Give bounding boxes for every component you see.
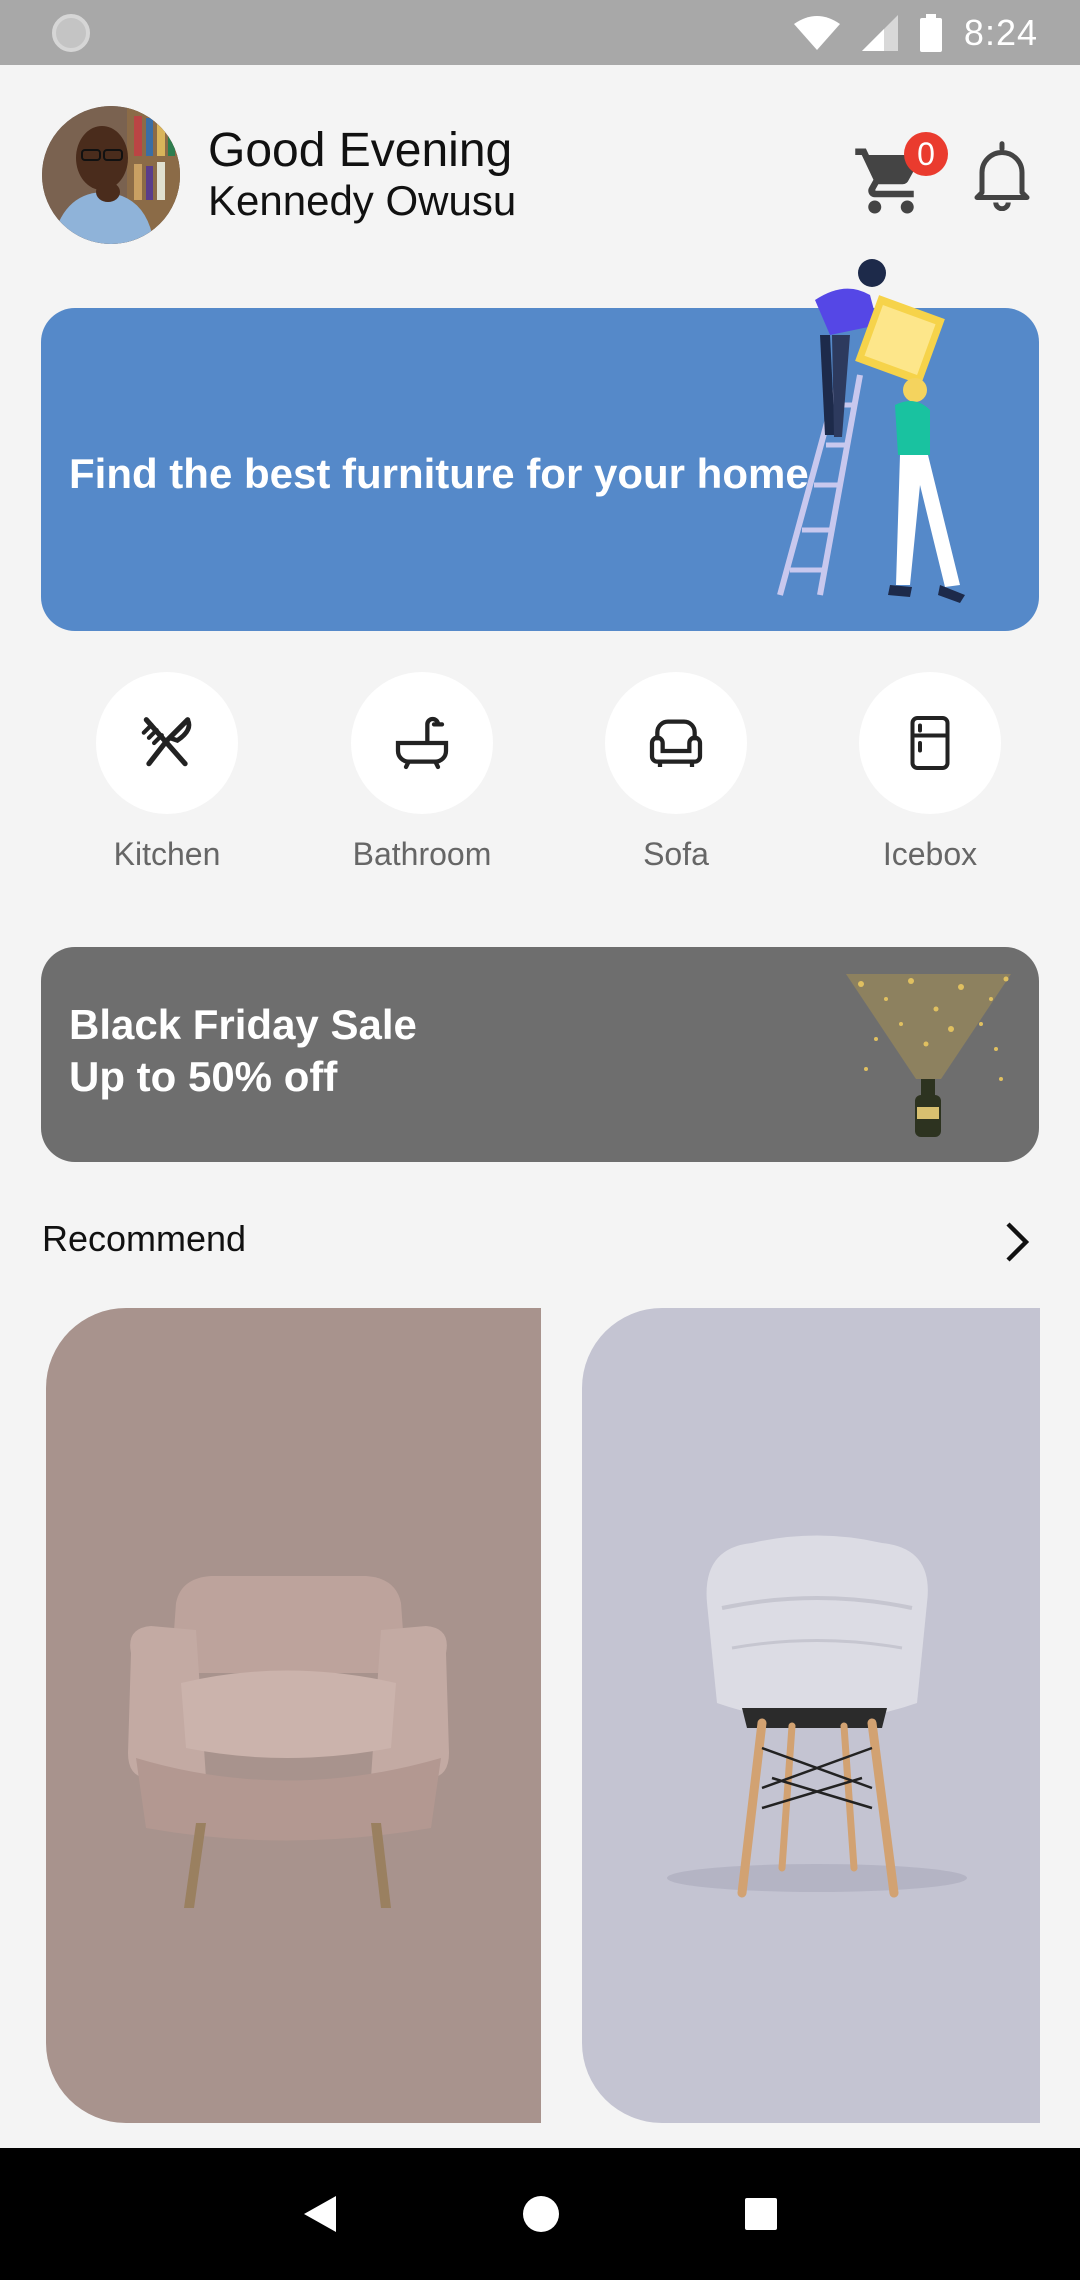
home-screen: 8:24 Good Evening Kennedy Owusu 0 Find t… (0, 0, 1080, 2280)
user-name: Kennedy Owusu (208, 177, 517, 224)
fridge-icon (910, 716, 950, 770)
category-circle (859, 672, 1001, 814)
category-label: Kitchen (113, 836, 221, 872)
avatar[interactable] (42, 106, 180, 244)
status-time: 8:24 (963, 11, 1038, 53)
cart-badge: 0 (904, 132, 948, 176)
champagne-icon (846, 974, 1011, 1137)
header-actions: 0 (852, 130, 1042, 220)
category-circle (351, 672, 493, 814)
sale-subtitle: Up to 50% off (69, 1053, 338, 1100)
category-sofa[interactable]: Sofa (576, 672, 776, 873)
cart-button[interactable]: 0 (852, 130, 948, 220)
product-card[interactable] (46, 1308, 541, 2123)
recommend-title: Recommend (42, 1218, 247, 1259)
notification-dot-icon (52, 13, 90, 52)
product-card[interactable] (582, 1308, 1040, 2123)
kitchen-icon (141, 717, 192, 767)
chevron-right-icon[interactable] (996, 1220, 1036, 1264)
category-label: Sofa (643, 836, 709, 872)
category-icebox[interactable]: Icebox (830, 672, 1030, 873)
signal-icon (861, 14, 898, 51)
sale-title: Black Friday Sale (69, 1001, 417, 1048)
avatar-photo (42, 106, 180, 244)
greeting-title: Good Evening (208, 124, 513, 177)
wifi-icon (793, 15, 840, 50)
battery-icon (919, 13, 942, 52)
notifications-button[interactable] (962, 130, 1042, 220)
sofa-icon (649, 719, 703, 767)
category-label: Bathroom (352, 836, 492, 872)
greeting-block: Good Evening Kennedy Owusu (208, 125, 516, 225)
bathtub-icon (395, 716, 449, 770)
system-nav-bar (0, 2148, 1080, 2280)
sale-text: Black Friday Sale Up to 50% off (69, 999, 417, 1103)
eames-chair-image (667, 1535, 967, 1898)
sale-banner[interactable]: Black Friday Sale Up to 50% off (41, 947, 1039, 1162)
armchair-image (128, 1576, 449, 1908)
painting-illustration-icon (777, 259, 965, 603)
category-circle (96, 672, 238, 814)
home-icon[interactable] (522, 2195, 560, 2233)
category-kitchen[interactable]: Kitchen (67, 672, 267, 873)
header: Good Evening Kennedy Owusu 0 (42, 105, 1042, 245)
bell-icon (974, 141, 1030, 211)
category-circle (605, 672, 747, 814)
recents-icon[interactable] (744, 2197, 778, 2231)
back-icon[interactable] (302, 2194, 338, 2234)
category-label: Icebox (882, 836, 978, 872)
category-bathroom[interactable]: Bathroom (322, 672, 522, 873)
status-icons: 8:24 (793, 11, 1038, 54)
status-bar: 8:24 (0, 0, 1080, 65)
hero-text: Find the best furniture for your home (69, 450, 809, 497)
